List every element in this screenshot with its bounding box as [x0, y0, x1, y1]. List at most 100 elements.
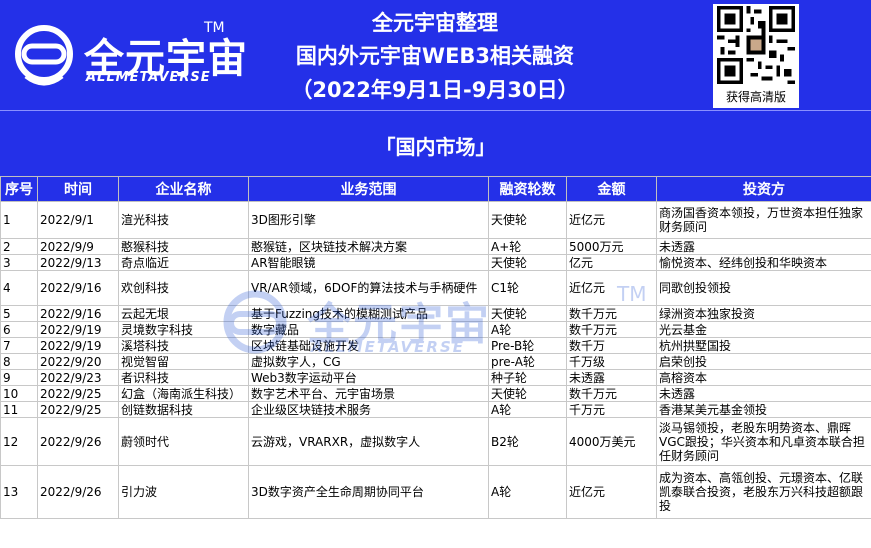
cell-index: 13 [0, 465, 38, 519]
cell-company: 视觉智留 [118, 353, 249, 370]
cell-date: 2022/9/9 [37, 238, 119, 255]
logo-trademark: TM [204, 20, 225, 36]
cell-amount: 近亿元 [566, 465, 657, 519]
page-title-line1: 全元宇宙整理 [372, 11, 498, 35]
cell-date: 2022/9/19 [37, 321, 119, 338]
cell-business: 3D数字资产全生命周期协同平台 [248, 465, 489, 519]
cell-date: 2022/9/25 [37, 385, 119, 402]
cell-company: 蔚领时代 [118, 417, 249, 466]
cell-amount: 数千万 [566, 337, 657, 354]
table-row: 8 2022/9/20 视觉智留 虚拟数字人，CG pre-A轮 千万级 启荣创投 [0, 353, 871, 370]
cell-amount: 数千万元 [566, 321, 657, 338]
logo-helmet-icon [15, 25, 73, 86]
cell-investors: 成为资本、高瓴创投、元璟资本、亿联凯泰联合投资，老股东万兴科技超额跟投 [656, 465, 871, 519]
cell-business: Web3数字运动平台 [248, 369, 489, 386]
cell-round: B2轮 [488, 417, 567, 466]
header-banner: 全元宇宙 TM ALLMETAVERSE 全元宇宙整理 国内外元宇宙WEB3相关… [0, 0, 871, 110]
table-row: 7 2022/9/19 溪塔科技 区块链基础设施开发 Pre-B轮 数千万 杭州拱墅国投 [0, 337, 871, 354]
table-row: 12 2022/9/26 蔚领时代 云游戏，VRARXR，虚拟数字人 B2轮 4000万美… [0, 417, 871, 466]
cell-date: 2022/9/16 [37, 270, 119, 306]
cell-business: 区块链基础设施开发 [248, 337, 489, 354]
section-title: 「国内市场」 [375, 135, 496, 159]
cell-index: 7 [0, 337, 38, 354]
cell-company: 渲光科技 [118, 201, 249, 239]
cell-round: A轮 [488, 321, 567, 338]
cell-round: 天使轮 [488, 254, 567, 271]
table-row: 10 2022/9/25 幻盒（海南派生科技） 数字艺术平台、元宇宙场景 天使轮 数千万元… [0, 385, 871, 402]
cell-amount: 千万元 [566, 401, 657, 418]
table-row: 1 2022/9/1 渲光科技 3D图形引擎 天使轮 近亿元 商汤国香资本领投，万世资本担任… [0, 201, 871, 239]
cell-round: 天使轮 [488, 201, 567, 239]
table-row: 6 2022/9/19 灵境数字科技 数字藏品 A轮 数千万元 光云基金 [0, 321, 871, 338]
cell-date: 2022/9/16 [37, 305, 119, 322]
cell-index: 4 [0, 270, 38, 306]
cell-round: C1轮 [488, 270, 567, 306]
cell-amount: 亿元 [566, 254, 657, 271]
cell-investors: 绿洲资本独家投资 [656, 305, 871, 322]
cell-amount: 未透露 [566, 369, 657, 386]
cell-date: 2022/9/19 [37, 337, 119, 354]
cell-index: 9 [0, 369, 38, 386]
cell-investors: 未透露 [656, 238, 871, 255]
cell-date: 2022/9/26 [37, 417, 119, 466]
cell-company: 奇点临近 [118, 254, 249, 271]
cell-amount: 近亿元 [566, 201, 657, 239]
cell-round: 天使轮 [488, 305, 567, 322]
cell-business: 云游戏，VRARXR，虚拟数字人 [248, 417, 489, 466]
cell-business: 3D图形引擎 [248, 201, 489, 239]
page-title-line2: 国内外元宇宙WEB3相关融资 [295, 44, 575, 68]
funding-table: 序号 时间 企业名称 业务范围 融资轮数 金额 投资方 1 2022/9/1 渲光科… [0, 176, 871, 519]
cell-date: 2022/9/25 [37, 401, 119, 418]
table-row: 9 2022/9/23 者识科技 Web3数字运动平台 种子轮 未透露 高榕资本 [0, 369, 871, 386]
cell-round: A轮 [488, 401, 567, 418]
cell-company: 灵境数字科技 [118, 321, 249, 338]
cell-date: 2022/9/20 [37, 353, 119, 370]
cell-round: A轮 [488, 465, 567, 519]
cell-index: 1 [0, 201, 38, 239]
qr-code-panel[interactable]: 获得高清版 [713, 4, 799, 108]
cell-investors: 香港某美元基金领投 [656, 401, 871, 418]
cell-index: 11 [0, 401, 38, 418]
table-header-row: 序号 时间 企业名称 业务范围 融资轮数 金额 投资方 [0, 176, 871, 202]
table-row: 11 2022/9/25 创链数据科技 企业级区块链技术服务 A轮 千万元 香港某美元基金领… [0, 401, 871, 418]
section-header: 「国内市场」 [0, 110, 871, 176]
col-header-investors: 投资方 [656, 176, 871, 202]
col-header-index: 序号 [0, 176, 38, 202]
cell-date: 2022/9/13 [37, 254, 119, 271]
cell-business: 数字艺术平台、元宇宙场景 [248, 385, 489, 402]
cell-business: AR智能眼镜 [248, 254, 489, 271]
cell-index: 2 [0, 238, 38, 255]
cell-date: 2022/9/23 [37, 369, 119, 386]
table-row: 2 2022/9/9 憨猴科技 憨猴链，区块链技术解决方案 A+轮 5000万元 未透露 [0, 238, 871, 255]
cell-investors: 高榕资本 [656, 369, 871, 386]
brand-logo: 全元宇宙 TM ALLMETAVERSE [12, 20, 247, 100]
cell-business: 企业级区块链技术服务 [248, 401, 489, 418]
cell-business: 憨猴链，区块链技术解决方案 [248, 238, 489, 255]
cell-date: 2022/9/1 [37, 201, 119, 239]
cell-company: 创链数据科技 [118, 401, 249, 418]
cell-round: pre-A轮 [488, 353, 567, 370]
cell-investors: 启荣创投 [656, 353, 871, 370]
cell-amount: 5000万元 [566, 238, 657, 255]
cell-company: 溪塔科技 [118, 337, 249, 354]
cell-investors: 杭州拱墅国投 [656, 337, 871, 354]
col-header-round: 融资轮数 [488, 176, 567, 202]
table-row: 13 2022/9/26 引力波 3D数字资产全生命周期协同平台 A轮 近亿元 成为资本、高… [0, 465, 871, 519]
cell-index: 6 [0, 321, 38, 338]
qr-caption: 获得高清版 [725, 90, 786, 104]
cell-round: A+轮 [488, 238, 567, 255]
cell-investors: 同歌创投领投 [656, 270, 871, 306]
cell-business: 基于Fuzzing技术的模糊测试产品 [248, 305, 489, 322]
col-header-business: 业务范围 [248, 176, 489, 202]
cell-amount: 千万级 [566, 353, 657, 370]
cell-date: 2022/9/26 [37, 465, 119, 519]
cell-amount: 4000万美元 [566, 417, 657, 466]
cell-index: 3 [0, 254, 38, 271]
cell-round: 种子轮 [488, 369, 567, 386]
col-header-date: 时间 [37, 176, 119, 202]
cell-company: 欢创科技 [118, 270, 249, 306]
cell-company: 幻盒（海南派生科技） [118, 385, 249, 402]
table-row: 3 2022/9/13 奇点临近 AR智能眼镜 天使轮 亿元 愉悦资本、经纬创投和华映资本 [0, 254, 871, 271]
cell-investors: 淡马锡领投，老股东明势资本、鼎晖VGC跟投；华兴资本和凡卓资本联合担任财务顾问 [656, 417, 871, 466]
cell-index: 10 [0, 385, 38, 402]
